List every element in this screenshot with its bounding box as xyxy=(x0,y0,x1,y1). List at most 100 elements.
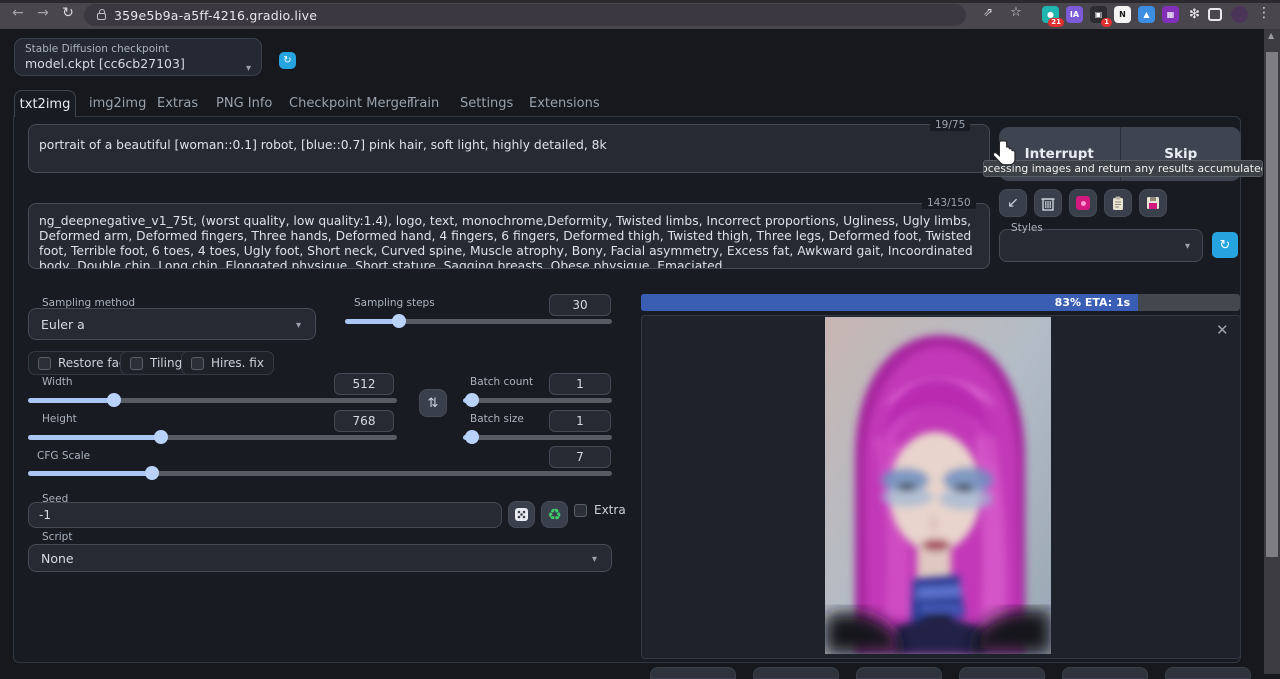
refresh-checkpoint-button[interactable]: ↻ xyxy=(279,52,296,69)
generated-image-preview[interactable] xyxy=(825,317,1051,654)
browser-toolbar: ← → ↻ 359e5b9a-a5ff-4216.gradio.live ⇗ ☆… xyxy=(0,0,1280,29)
batch-size-input[interactable]: 1 xyxy=(549,410,611,432)
extra-networks-card-icon xyxy=(1076,196,1090,210)
random-seed-dice-button[interactable] xyxy=(508,501,535,528)
ext-pin-icon[interactable]: ● 21 xyxy=(1042,6,1059,23)
interrupt-tooltip: Stop processing images and return any re… xyxy=(983,160,1263,177)
tab-extras[interactable]: Extras xyxy=(157,90,198,117)
cfg-scale-slider[interactable] xyxy=(28,471,612,476)
floppy-disk-icon xyxy=(1146,196,1160,210)
trash-glyph xyxy=(1041,196,1055,211)
sampling-steps-label: Sampling steps xyxy=(354,297,435,309)
script-value: None xyxy=(29,545,611,566)
bookmark-star-icon[interactable]: ☆ xyxy=(1006,5,1026,20)
scroll-up-arrow-icon[interactable]: ▲ xyxy=(1268,31,1274,40)
restore-faces-checkbox[interactable] xyxy=(38,357,51,370)
tab-checkpoint-merger[interactable]: Checkpoint Merger xyxy=(289,90,412,117)
extensions-puzzle-icon[interactable]: ❇ xyxy=(1186,6,1203,23)
cfg-scale-input[interactable]: 7 xyxy=(549,446,611,468)
sampling-method-dropdown[interactable]: Euler a ▾ xyxy=(28,308,316,340)
ext-ia-icon[interactable]: IA xyxy=(1066,6,1083,23)
paste-params-arrow-icon[interactable]: ↙ xyxy=(999,189,1027,217)
apply-styles-button[interactable] xyxy=(1104,189,1132,217)
ext-capture-icon[interactable]: ▣ 1 xyxy=(1090,6,1107,23)
profile-avatar[interactable] xyxy=(1231,6,1248,23)
output-action-button[interactable] xyxy=(856,667,942,679)
extra-networks-button[interactable] xyxy=(1069,189,1097,217)
height-slider[interactable] xyxy=(28,435,397,440)
script-dropdown[interactable]: None ▾ xyxy=(28,544,612,572)
progress-fill: 83% ETA: 1s xyxy=(641,294,1138,311)
width-input[interactable]: 512 xyxy=(334,373,394,395)
ext-notion-icon[interactable]: N xyxy=(1114,6,1131,23)
batch-count-label: Batch count xyxy=(470,376,533,388)
ext-image-icon[interactable]: ▲ xyxy=(1138,6,1155,23)
reload-icon[interactable]: ↻ xyxy=(58,5,78,21)
negative-prompt-textarea[interactable]: ng_deepnegative_v1_75t, (worst quality, … xyxy=(28,203,990,269)
seed-extra-checkbox[interactable] xyxy=(574,504,587,517)
batch-count-slider[interactable] xyxy=(463,398,612,403)
tab-png-info[interactable]: PNG Info xyxy=(216,90,272,117)
height-input[interactable]: 768 xyxy=(334,410,394,432)
chevron-down-icon: ▾ xyxy=(246,63,251,74)
ext-capture-badge: 1 xyxy=(1101,18,1112,27)
seed-value: -1 xyxy=(29,503,501,522)
back-icon[interactable]: ← xyxy=(8,5,28,21)
forward-icon[interactable]: → xyxy=(33,5,53,21)
url-bar[interactable]: 359e5b9a-a5ff-4216.gradio.live xyxy=(84,4,966,26)
sampling-steps-slider[interactable] xyxy=(345,319,612,324)
chevron-down-icon: ▾ xyxy=(1185,241,1190,252)
checkpoint-value: model.ckpt [cc6cb27103] xyxy=(25,56,251,71)
hires-fix-label: Hires. fix xyxy=(211,356,264,370)
output-action-button[interactable] xyxy=(650,667,736,679)
batch-size-label: Batch size xyxy=(470,413,524,425)
swap-width-height-button[interactable]: ⇅ xyxy=(419,389,447,417)
tiling-checkbox[interactable] xyxy=(130,357,143,370)
progress-bar: 83% ETA: 1s xyxy=(641,294,1240,311)
scrollbar-thumb[interactable] xyxy=(1266,52,1278,557)
url-text[interactable]: 359e5b9a-a5ff-4216.gradio.live xyxy=(114,8,317,23)
batch-count-input[interactable]: 1 xyxy=(549,373,611,395)
sampling-method-label: Sampling method xyxy=(42,297,135,309)
reuse-seed-recycle-button[interactable]: ♻ xyxy=(541,501,568,528)
tab-extensions[interactable]: Extensions xyxy=(529,90,600,117)
checkpoint-dropdown[interactable]: Stable Diffusion checkpoint model.ckpt [… xyxy=(14,38,262,76)
save-style-button[interactable] xyxy=(1139,189,1167,217)
hires-fix-checkbox[interactable] xyxy=(191,357,204,370)
refresh-styles-button[interactable]: ↻ xyxy=(1212,232,1238,258)
tab-img2img[interactable]: img2img xyxy=(89,90,146,117)
hires-fix-option[interactable]: Hires. fix xyxy=(181,351,274,375)
dice-icon xyxy=(514,507,529,522)
tab-train[interactable]: Train xyxy=(408,90,439,117)
share-icon[interactable]: ⇗ xyxy=(978,5,998,19)
seed-extra-label: Extra xyxy=(594,503,626,517)
output-action-button[interactable] xyxy=(1062,667,1148,679)
batch-size-slider[interactable] xyxy=(463,435,612,440)
negative-prompt-token-counter: 143/150 xyxy=(922,197,976,209)
prompt-text: portrait of a beautiful [woman::0.1] rob… xyxy=(29,125,989,172)
seed-input[interactable]: -1 xyxy=(28,502,502,528)
tab-settings[interactable]: Settings xyxy=(460,90,513,117)
height-label: Height xyxy=(42,413,77,425)
prompt-textarea[interactable]: portrait of a beautiful [woman::0.1] rob… xyxy=(28,124,990,173)
close-preview-icon[interactable]: ✕ xyxy=(1216,321,1229,339)
output-actions-row xyxy=(650,667,1251,679)
page-scrollbar[interactable]: ▲ xyxy=(1264,29,1280,674)
output-action-button[interactable] xyxy=(1165,667,1251,679)
script-label: Script xyxy=(42,531,72,543)
prompt-token-counter: 19/75 xyxy=(930,119,970,131)
output-action-button[interactable] xyxy=(959,667,1045,679)
cfg-scale-label: CFG Scale xyxy=(37,450,90,462)
output-action-button[interactable] xyxy=(753,667,839,679)
seed-extra-option[interactable]: Extra xyxy=(574,503,626,517)
width-slider[interactable] xyxy=(28,398,397,403)
tab-txt2img[interactable]: txt2img xyxy=(14,90,76,117)
clipboard-icon xyxy=(1112,196,1124,211)
ext-pin-badge: 21 xyxy=(1048,18,1064,27)
mouse-cursor-hand xyxy=(992,139,1020,173)
sampling-steps-input[interactable]: 30 xyxy=(549,294,611,316)
browser-menu-icon[interactable]: ⋮ xyxy=(1254,5,1274,21)
ext-onenote-icon[interactable]: ▦ xyxy=(1162,6,1179,23)
sidebar-toggle-icon[interactable] xyxy=(1208,8,1222,21)
trash-icon[interactable] xyxy=(1034,189,1062,217)
